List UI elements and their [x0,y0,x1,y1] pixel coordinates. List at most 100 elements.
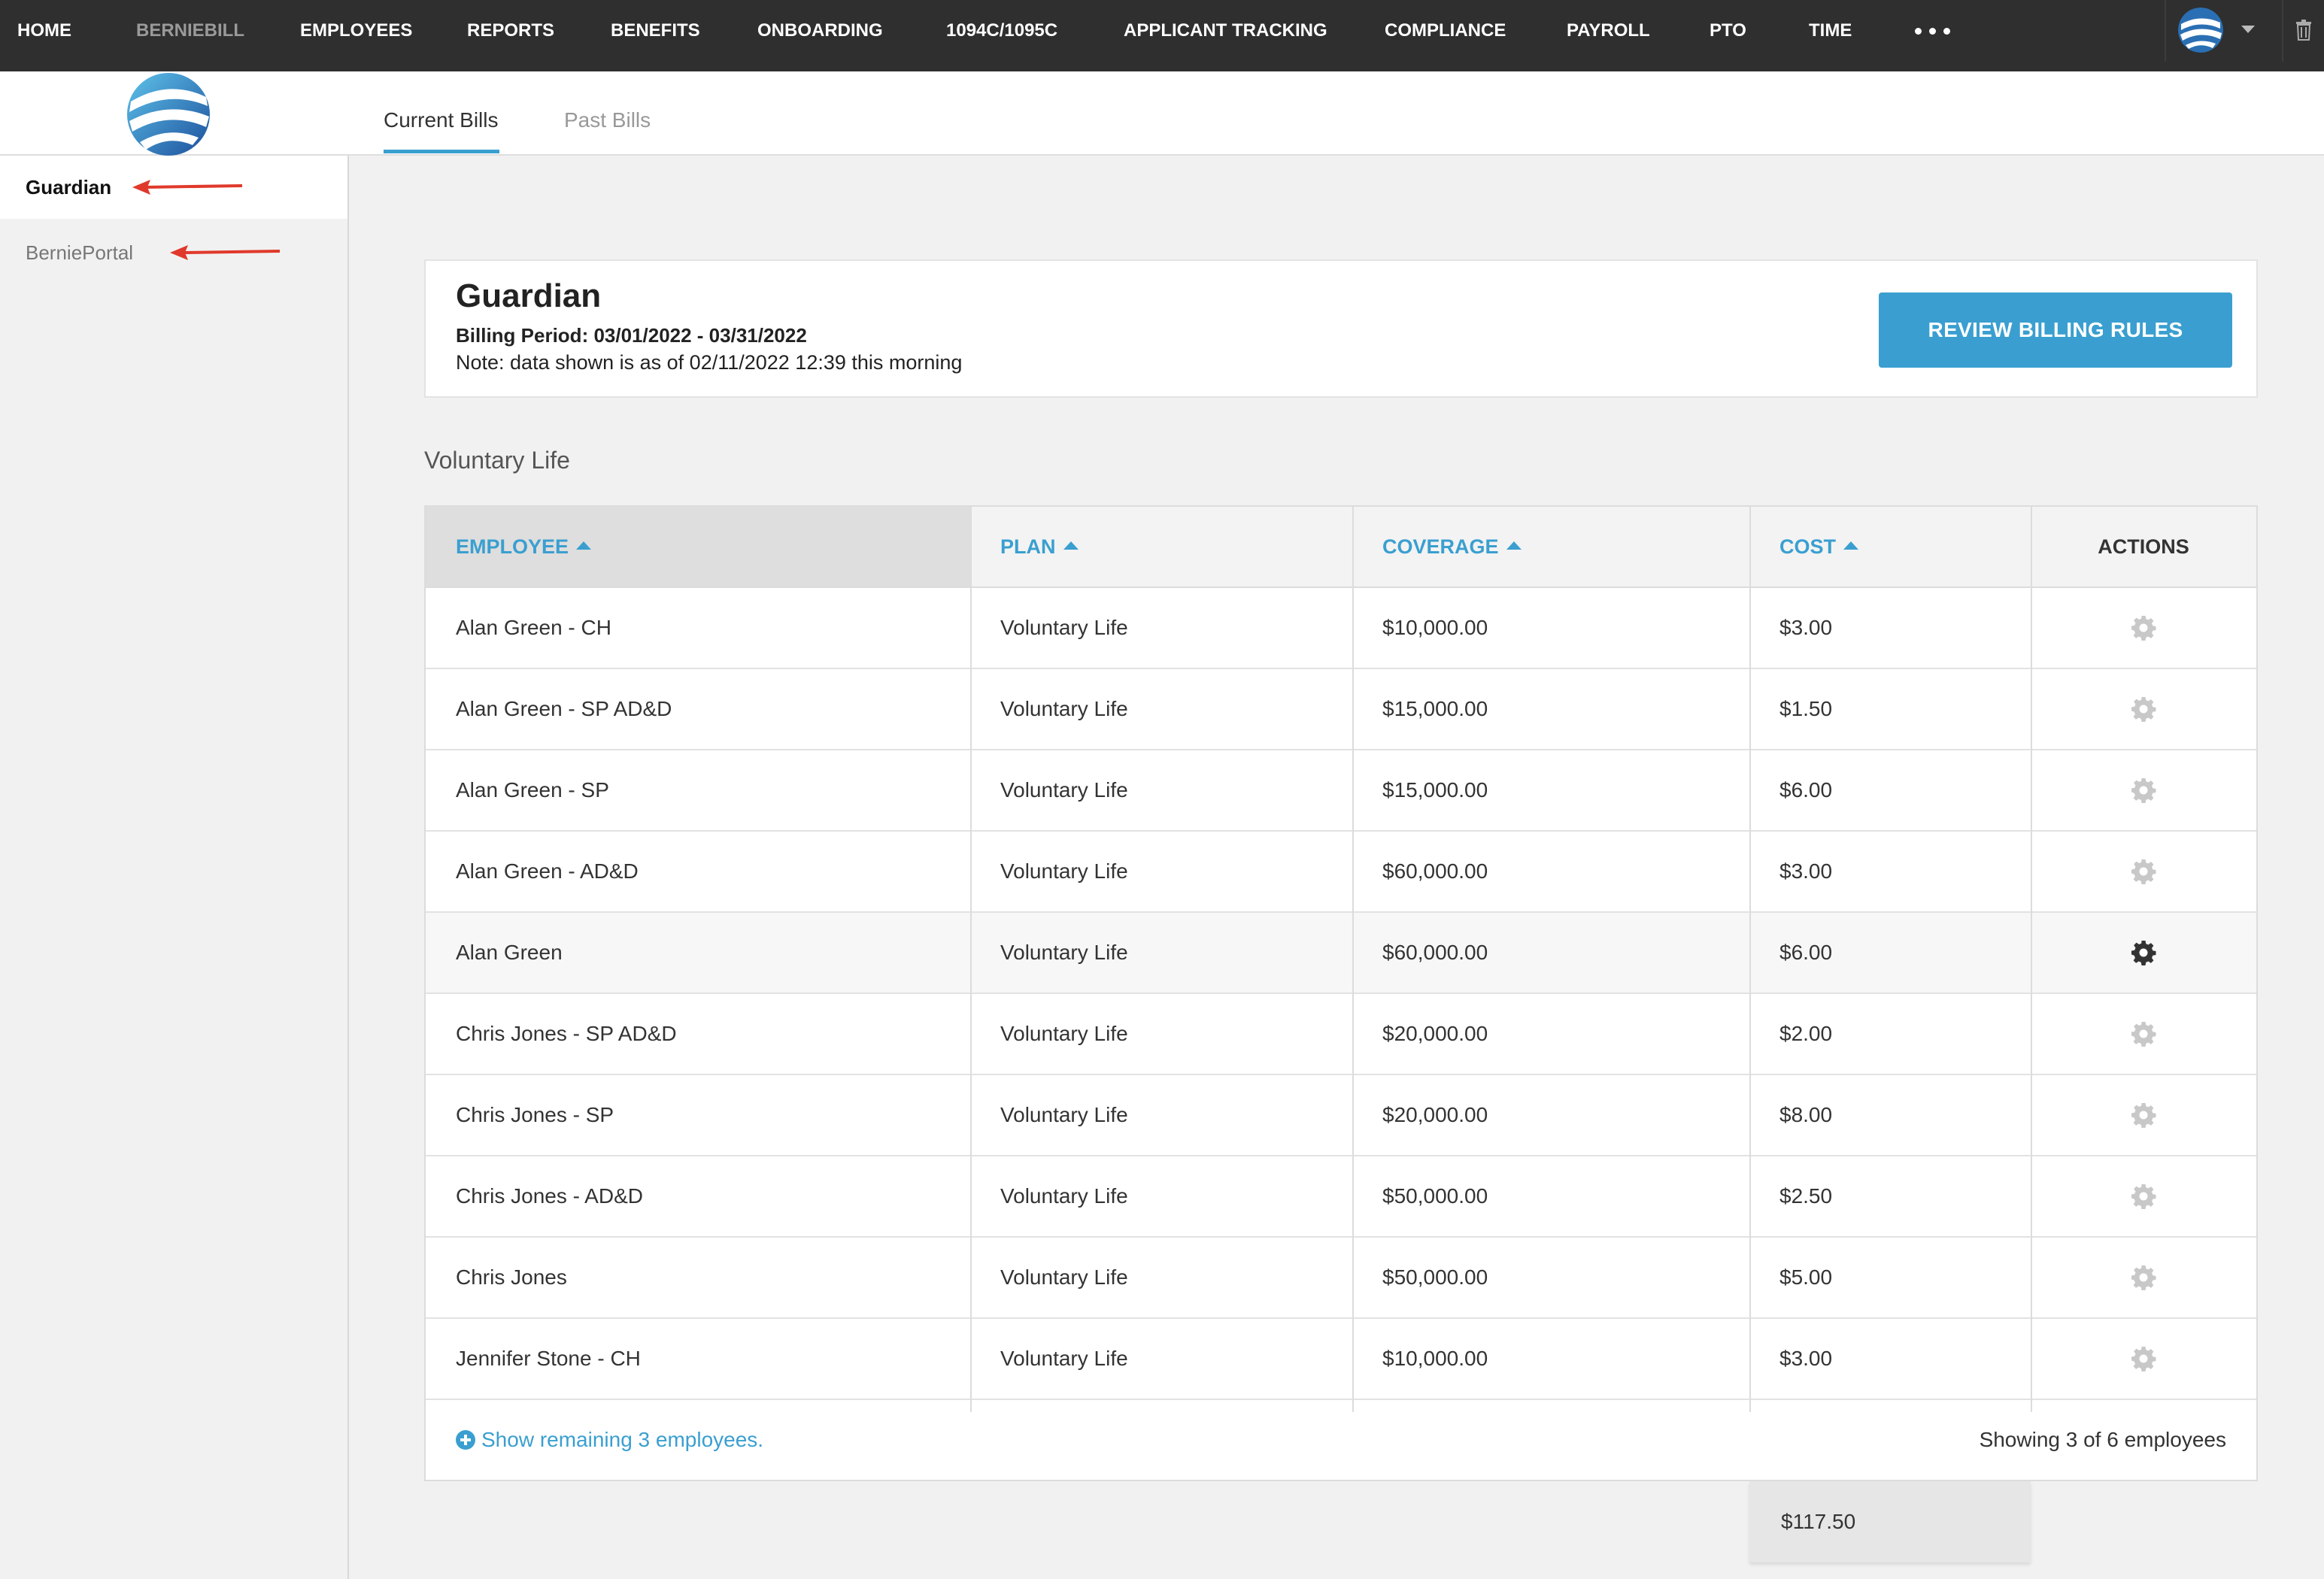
cell-coverage: $50,000.00 [1382,1265,1488,1289]
column-divider [1352,507,1354,1412]
sort-asc-icon [1843,541,1859,550]
subheader [0,71,2324,156]
table-header: EMPLOYEE PLAN COVERAGE COST ACTIONS [426,507,2256,588]
column-header-plan[interactable]: PLAN [970,507,1352,586]
nav-pto[interactable]: PTO [1710,0,1746,62]
billing-period: Billing Period: 03/01/2022 - 03/31/2022 [456,324,807,347]
cell-cost: $3.00 [1779,616,1833,639]
nav-onboarding[interactable]: ONBOARDING [757,0,883,62]
section-title: Voluntary Life [424,447,570,474]
column-divider [1749,507,1751,1412]
table-row: Alan Green - SP AD&D Voluntary Life $15,00… [426,669,2256,750]
nav-benefits[interactable]: BENEFITS [611,0,700,62]
cell-employee: Chris Jones - SP AD&D [456,1022,677,1045]
company-logo [127,73,210,156]
plus-circle-icon [456,1430,475,1450]
column-header-cost[interactable]: COST [1749,507,2031,586]
nav-employees[interactable]: EMPLOYEES [300,0,412,62]
trash-icon[interactable] [2295,20,2312,41]
cell-cost: $6.00 [1779,778,1833,802]
column-divider [970,507,972,1412]
annotation-arrow-icon [170,245,281,260]
more-dots-icon[interactable] [1915,0,1950,62]
billing-table: EMPLOYEE PLAN COVERAGE COST ACTIONS Alan… [424,505,2258,1481]
cell-employee: Alan Green - SP AD&D [456,697,672,720]
cell-cost: $8.00 [1779,1103,1833,1126]
cell-employee: Alan Green - CH [456,616,611,639]
cell-employee: Alan Green - SP [456,778,609,802]
cell-plan: Voluntary Life [1000,1022,1128,1045]
cell-employee: Alan Green [456,941,563,964]
gear-icon[interactable] [2031,750,2256,830]
nav-berniebill[interactable]: BERNIEBILL [136,0,244,62]
cell-plan: Voluntary Life [1000,697,1128,720]
nav-applicant-tracking[interactable]: APPLICANT TRACKING [1124,0,1327,62]
nav-reports[interactable]: REPORTS [467,0,554,62]
cell-employee: Chris Jones [456,1265,567,1289]
cell-coverage: $50,000.00 [1382,1184,1488,1208]
nav-compliance[interactable]: COMPLIANCE [1385,0,1506,62]
table-row: Alan Green - SP Voluntary Life $15,000.00 $… [426,750,2256,832]
caret-down-icon[interactable] [2241,26,2255,33]
table-row: Alan Green - AD&D Voluntary Life $60,000.0… [426,832,2256,913]
nav-time[interactable]: TIME [1809,0,1852,62]
cell-employee: Chris Jones - SP [456,1103,614,1126]
sort-asc-icon [1506,541,1522,550]
table-row: Chris Jones Voluntary Life $50,000.00 $5.00 [426,1238,2256,1319]
nav-payroll[interactable]: PAYROLL [1567,0,1650,62]
gear-icon[interactable] [2031,1075,2256,1155]
avatar-globe-icon[interactable] [2178,8,2223,53]
table-row: Alan Green - CH Voluntary Life $10,000.00 $… [426,588,2256,669]
nav-home[interactable]: HOME [17,0,71,62]
tab-current-bills[interactable]: Current Bills [384,71,498,156]
gear-icon[interactable] [2031,1156,2256,1236]
gear-icon[interactable] [2031,588,2256,668]
review-billing-rules-button[interactable]: REVIEW BILLING RULES [1879,292,2232,368]
sort-asc-icon [576,541,592,550]
column-header-coverage[interactable]: COVERAGE [1352,507,1749,586]
sort-asc-icon [1063,541,1079,550]
cell-plan: Voluntary Life [1000,778,1128,802]
active-tab-indicator [384,150,499,153]
cell-employee: Alan Green - AD&D [456,859,639,883]
gear-icon[interactable] [2031,913,2256,993]
cell-cost: $3.00 [1779,1347,1833,1370]
cell-coverage: $10,000.00 [1382,616,1488,639]
cell-cost: $2.00 [1779,1022,1833,1045]
column-divider [2031,507,2032,1412]
cell-coverage: $60,000.00 [1382,859,1488,883]
table-row: Chris Jones - SP AD&D Voluntary Life $20,0… [426,994,2256,1075]
column-header-employee[interactable]: EMPLOYEE [426,507,970,586]
show-remaining-link[interactable]: Show remaining 3 employees. [456,1400,763,1480]
cell-plan: Voluntary Life [1000,616,1128,639]
cell-cost: $2.50 [1779,1184,1833,1208]
cell-coverage: $20,000.00 [1382,1103,1488,1126]
cell-plan: Voluntary Life [1000,1103,1128,1126]
cell-coverage: $60,000.00 [1382,941,1488,964]
data-note: Note: data shown is as of 02/11/2022 12:… [456,351,963,374]
table-row: Chris Jones - SP Voluntary Life $20,000.00… [426,1075,2256,1156]
nav-divider [2165,0,2166,62]
cell-coverage: $20,000.00 [1382,1022,1488,1045]
table-row: Alan Green Voluntary Life $60,000.00 $6.00 [426,913,2256,994]
cell-plan: Voluntary Life [1000,941,1128,964]
gear-icon[interactable] [2031,994,2256,1074]
top-nav: HOME BERNIEBILL EMPLOYEES REPORTS BENEFI… [0,0,2324,71]
cell-plan: Voluntary Life [1000,1184,1128,1208]
column-header-actions: ACTIONS [2098,535,2189,558]
gear-icon[interactable] [2031,1238,2256,1317]
annotation-arrow-icon [132,180,243,195]
cell-employee: Chris Jones - AD&D [456,1184,643,1208]
carrier-title: Guardian [456,277,602,314]
nav-1094c-1095c[interactable]: 1094C/1095C [946,0,1057,62]
gear-icon[interactable] [2031,832,2256,911]
gear-icon[interactable] [2031,1319,2256,1399]
cell-cost: $3.00 [1779,859,1833,883]
cost-total: $117.50 [1749,1481,2031,1562]
cell-cost: $1.50 [1779,697,1833,720]
tab-past-bills[interactable]: Past Bills [564,71,651,156]
gear-icon[interactable] [2031,669,2256,749]
cell-plan: Voluntary Life [1000,1347,1128,1370]
cell-coverage: $15,000.00 [1382,778,1488,802]
sidebar: Guardian BerniePortal [0,156,349,1579]
